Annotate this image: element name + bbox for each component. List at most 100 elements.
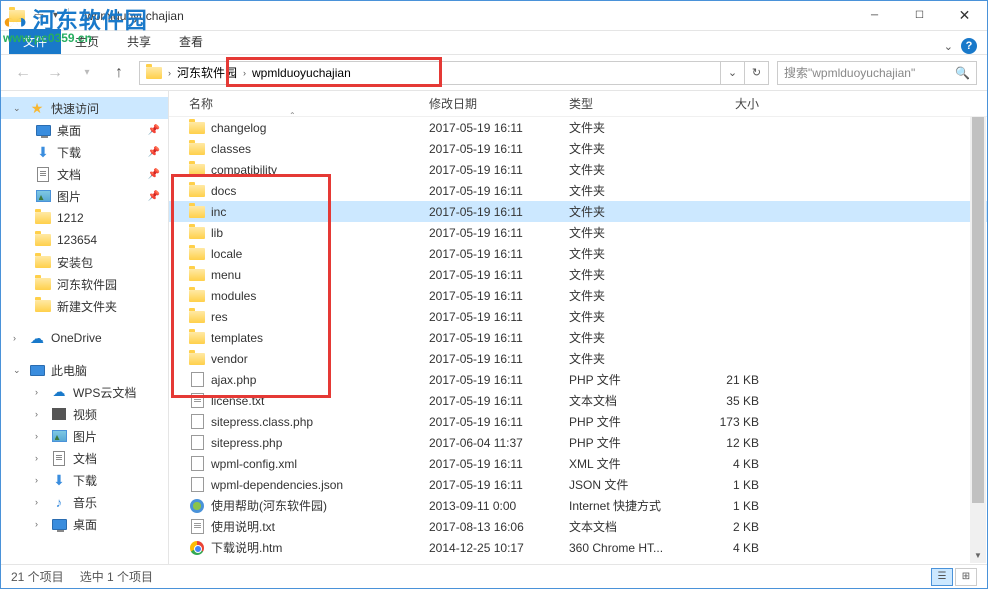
scroll-down-button[interactable]: ▼ [970,547,986,563]
tab-home[interactable]: 主页 [61,29,113,54]
expand-icon[interactable]: ⌄ [13,365,23,376]
maximize-button[interactable]: ☐ [897,1,942,30]
breadcrumb-segment[interactable]: 河东软件园 [171,62,243,84]
sidebar-item[interactable]: ›☁WPS云文档 [1,381,168,403]
pin-icon: 📌 [148,191,160,202]
file-row[interactable]: 下载说明.htm 2014-12-25 10:17 360 Chrome HT.… [169,537,987,558]
help-icon[interactable]: ? [961,38,977,54]
file-row[interactable]: locale 2017-05-19 16:11 文件夹 [169,243,987,264]
sidebar-quick-access[interactable]: ⌄ ★ 快速访问 [1,97,168,119]
file-row[interactable]: classes 2017-05-19 16:11 文件夹 [169,138,987,159]
nav-forward-button[interactable]: → [43,61,67,85]
tab-file[interactable]: 文件 [9,29,61,54]
expand-icon[interactable]: ⌄ [13,103,23,114]
file-row[interactable]: docs 2017-05-19 16:11 文件夹 [169,180,987,201]
file-row[interactable]: res 2017-05-19 16:11 文件夹 [169,306,987,327]
file-row[interactable]: 使用说明.txt 2017-08-13 16:06 文本文档 2 KB [169,516,987,537]
file-row[interactable]: sitepress.class.php 2017-05-19 16:11 PHP… [169,411,987,432]
expand-icon[interactable]: › [35,431,45,441]
file-row[interactable]: compatibility 2017-05-19 16:11 文件夹 [169,159,987,180]
refresh-button[interactable]: ↻ [744,62,768,84]
expand-icon[interactable]: › [35,475,45,485]
sidebar-item[interactable]: 1212 [1,207,168,229]
sidebar-item[interactable]: 新建文件夹 [1,295,168,317]
file-date: 2017-05-19 16:11 [429,184,569,198]
ribbon-collapse-icon[interactable]: ⌄ [944,40,953,53]
column-header-date[interactable]: 修改日期 [429,95,569,112]
php-icon [189,435,205,451]
address-bar[interactable]: › 河东软件园 › wpmlduoyuchajian ⌄ ↻ [139,61,769,85]
scroll-thumb[interactable] [972,108,984,503]
expand-icon[interactable]: › [35,453,45,463]
qat-dropdown-icon[interactable]: ▾ [53,10,58,21]
file-type: 文本文档 [569,518,699,535]
status-bar: 21 个项目 选中 1 个项目 ☰ ⊞ [1,564,987,588]
file-row[interactable]: lib 2017-05-19 16:11 文件夹 [169,222,987,243]
file-type: 文件夹 [569,161,699,178]
expand-icon[interactable]: › [35,387,45,397]
file-row[interactable]: inc 2017-05-19 16:11 文件夹 [169,201,987,222]
file-row[interactable]: sitepress.php 2017-06-04 11:37 PHP 文件 12… [169,432,987,453]
file-type: 文件夹 [569,119,699,136]
expand-icon[interactable]: › [35,497,45,507]
tab-view[interactable]: 查看 [165,29,217,54]
expand-icon[interactable]: › [35,519,45,529]
sidebar-item[interactable]: ›⬇下载 [1,469,168,491]
breadcrumb-segment[interactable]: wpmlduoyuchajian [246,62,357,84]
sidebar-item[interactable]: 图片 📌 [1,185,168,207]
file-type: PHP 文件 [569,413,699,430]
file-date: 2017-05-19 16:11 [429,163,569,177]
file-row[interactable]: license.txt 2017-05-19 16:11 文本文档 35 KB [169,390,987,411]
file-row[interactable]: ajax.php 2017-05-19 16:11 PHP 文件 21 KB [169,369,987,390]
file-row[interactable]: modules 2017-05-19 16:11 文件夹 [169,285,987,306]
nav-back-button[interactable]: ← [11,61,35,85]
vertical-scrollbar[interactable]: ▲ ▼ [970,92,986,563]
sidebar-item[interactable]: ›图片 [1,425,168,447]
file-row[interactable]: changelog 2017-05-19 16:11 文件夹 [169,117,987,138]
minimize-button[interactable]: ─ [852,1,897,30]
file-size: 1 KB [699,499,779,513]
search-icon: 🔍 [955,66,970,80]
sidebar-item[interactable]: ›♪音乐 [1,491,168,513]
address-dropdown-button[interactable]: ⌄ [720,62,744,84]
view-details-button[interactable]: ☰ [931,568,953,586]
column-header-size[interactable]: 大小 [699,95,779,112]
expand-icon[interactable]: › [35,409,45,419]
sidebar-item[interactable]: 安装包 [1,251,168,273]
sidebar-item[interactable]: ›视频 [1,403,168,425]
folder-icon [35,232,51,248]
file-row[interactable]: wpml-dependencies.json 2017-05-19 16:11 … [169,474,987,495]
search-input[interactable]: 搜索"wpmlduoyuchajian" 🔍 [777,61,977,85]
column-header-type[interactable]: 类型 [569,95,699,112]
desktop-icon [35,122,51,138]
sidebar-item-label: 图片 [57,188,81,205]
sidebar-item[interactable]: 123654 [1,229,168,251]
sidebar-item[interactable]: 河东软件园 [1,273,168,295]
file-row[interactable]: wpml-config.xml 2017-05-19 16:11 XML 文件 … [169,453,987,474]
file-row[interactable]: vendor 2017-05-19 16:11 文件夹 [169,348,987,369]
sidebar-item[interactable]: 桌面📌 [1,119,168,141]
sidebar-this-pc[interactable]: ⌄ 此电脑 [1,359,168,381]
file-row[interactable]: menu 2017-05-19 16:11 文件夹 [169,264,987,285]
nav-history-dropdown[interactable]: ▾ [75,61,99,85]
sidebar-item[interactable]: ›桌面 [1,513,168,535]
nav-up-button[interactable]: ↑ [107,61,131,85]
file-type: 360 Chrome HT... [569,541,699,555]
expand-icon[interactable]: › [13,333,23,343]
file-row[interactable]: 使用帮助(河东软件园) 2013-09-11 0:00 Internet 快捷方… [169,495,987,516]
sidebar-item-label: 文档 [57,166,81,183]
sidebar-onedrive[interactable]: › ☁ OneDrive [1,327,168,349]
txt-icon [189,393,205,409]
close-button[interactable]: ✕ [942,1,987,30]
view-icons-button[interactable]: ⊞ [955,568,977,586]
column-header-name[interactable]: 名称 ⌃ [189,95,429,112]
sidebar-item[interactable]: 文档📌 [1,163,168,185]
qat-properties-icon[interactable]: ▭ [31,8,47,24]
sidebar-item[interactable]: ⬇下载📌 [1,141,168,163]
file-row[interactable]: templates 2017-05-19 16:11 文件夹 [169,327,987,348]
folder-icon [189,183,205,199]
tab-share[interactable]: 共享 [113,29,165,54]
sidebar-item[interactable]: ›文档 [1,447,168,469]
pin-icon: 📌 [148,125,160,136]
download-icon: ⬇ [35,144,51,160]
